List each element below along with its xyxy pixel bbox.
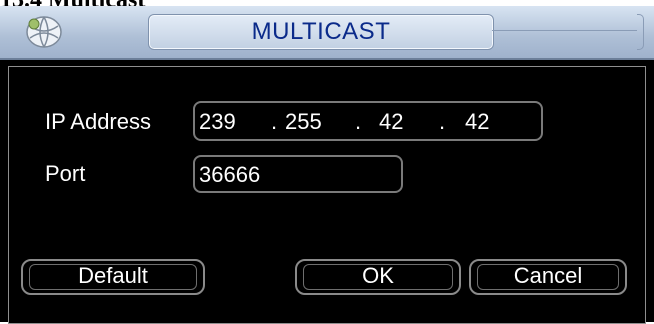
ip-octet-1[interactable]: 239 (199, 109, 236, 135)
dialog-titlebar: MULTICAST (0, 6, 654, 60)
default-button-label: Default (78, 263, 148, 288)
ok-button-label: OK (362, 263, 394, 288)
port-input[interactable]: 36666 (193, 155, 403, 193)
ip-address-input[interactable]: 239 . 255 . 42 . 42 (193, 101, 543, 141)
dialog-title: MULTICAST (148, 14, 494, 50)
default-button[interactable]: Default (21, 259, 205, 295)
ip-separator: . (439, 109, 446, 134)
ip-separator: . (271, 109, 278, 134)
settings-panel: IP Address 239 . 255 . 42 . 42 Port 3666… (8, 66, 646, 324)
network-globe-icon (22, 12, 66, 52)
ip-address-label: IP Address (45, 109, 151, 134)
ip-octet-2[interactable]: 255 (285, 109, 322, 135)
titlebar-edge (637, 14, 644, 50)
titlebar-divider (492, 30, 637, 31)
ip-octet-3[interactable]: 42 (379, 109, 403, 135)
ok-button[interactable]: OK (295, 259, 461, 295)
port-value[interactable]: 36666 (199, 162, 260, 188)
ip-separator: . (355, 109, 362, 134)
cancel-button[interactable]: Cancel (469, 259, 627, 295)
cancel-button-label: Cancel (513, 263, 583, 288)
port-label: Port (45, 161, 86, 186)
ip-octet-4[interactable]: 42 (465, 109, 489, 135)
multicast-dialog: MULTICAST IP Address 239 . 255 . 42 . 42… (0, 6, 654, 324)
